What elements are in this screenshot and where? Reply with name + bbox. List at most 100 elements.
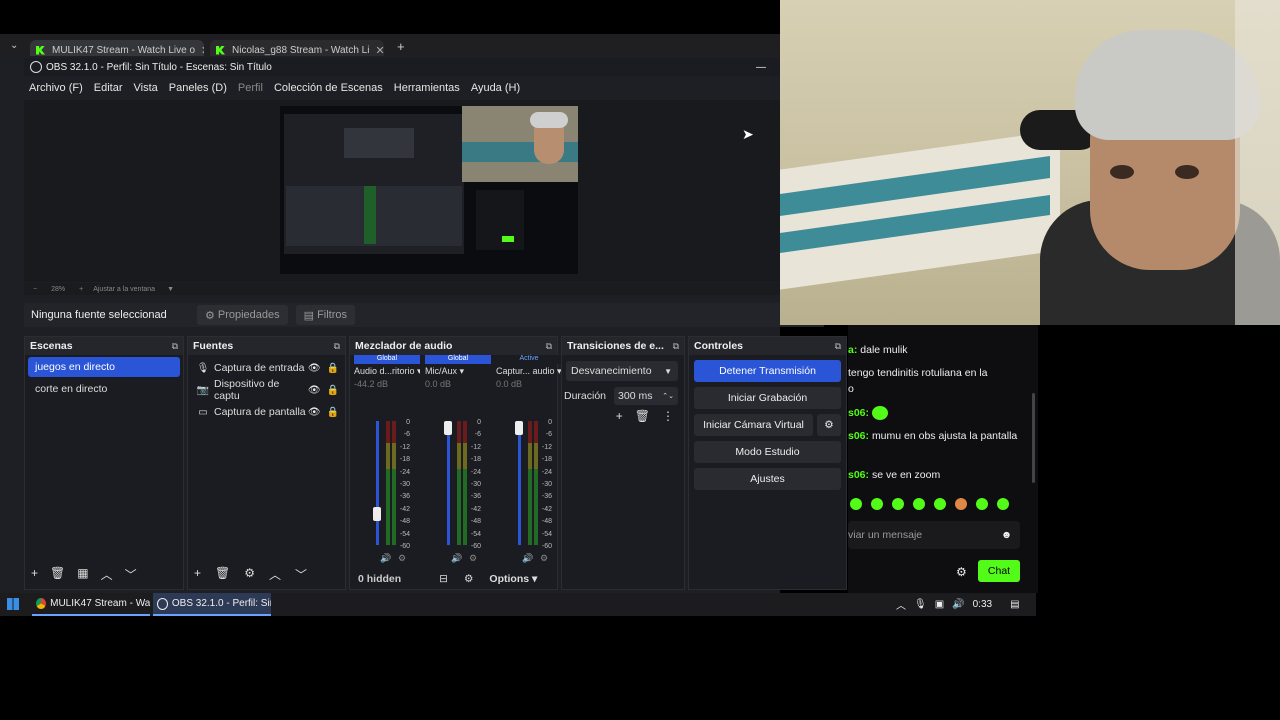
filter-icon[interactable]: ▦ [77, 566, 88, 583]
chevron-up-icon[interactable]: ︿ [896, 597, 906, 612]
trash-icon[interactable]: 🗑 [635, 409, 650, 423]
chat-send-button[interactable]: Chat [978, 560, 1020, 582]
db-scale-tick: -18 [470, 456, 481, 464]
virtual-camera-button[interactable]: Iniciar Cámara Virtual [694, 414, 813, 436]
properties-button[interactable]: ⚙ Propiedades [197, 305, 288, 325]
channel-settings-icon[interactable]: ⚙ [398, 553, 406, 564]
channel-name[interactable]: Audio d...ritorio ▾ [354, 366, 420, 377]
gear-icon[interactable]: ⚙ [956, 565, 967, 579]
menu-ayuda[interactable]: Ayuda (H) [471, 82, 520, 94]
mute-icon[interactable]: 🔊 [380, 553, 391, 564]
network-icon[interactable]: ▣ [935, 599, 944, 610]
channel-name[interactable]: Mic/Aux ▾ [425, 366, 491, 377]
emote-icon[interactable] [997, 498, 1009, 510]
emoji-icon[interactable]: ☻ [1001, 529, 1012, 541]
stream-preview[interactable] [280, 106, 578, 274]
volume-fader[interactable] [447, 421, 450, 545]
emote-icon[interactable] [892, 498, 904, 510]
eye-icon[interactable]: 👁 [308, 363, 321, 374]
studio-mode-button[interactable]: Modo Estudio [694, 441, 841, 463]
filters-button[interactable]: ▤ Filtros [295, 305, 356, 325]
menu-perfil[interactable]: Perfil [238, 82, 263, 94]
clock[interactable]: 0:33 [973, 599, 992, 610]
virtual-camera-settings-button[interactable]: ⚙ [817, 414, 841, 436]
minimize-icon[interactable]: — [756, 62, 766, 73]
zoom-in-icon[interactable]: + [79, 286, 83, 293]
source-item[interactable]: ▭ Captura de pantalla 👁 🔒 [188, 401, 345, 423]
lock-icon[interactable]: 🔒 [327, 385, 339, 396]
transition-select[interactable]: Desvanecimiento ▼ [566, 361, 678, 381]
mute-icon[interactable]: 🔊 [522, 553, 533, 564]
move-down-icon[interactable]: ﹀ [125, 566, 137, 583]
tab-list-chevron-icon[interactable]: ⌄ [10, 40, 18, 51]
start-recording-button[interactable]: Iniciar Grabación [694, 387, 841, 409]
lock-icon[interactable]: 🔒 [327, 407, 339, 418]
trash-icon[interactable]: 🗑 [215, 566, 230, 583]
emote-icon[interactable] [850, 498, 862, 510]
scene-item[interactable]: corte en directo [28, 379, 180, 399]
scene-item[interactable]: juegos en directo [28, 357, 180, 377]
chevron-down-icon[interactable]: ▼ [167, 286, 174, 293]
menu-vista[interactable]: Vista [134, 82, 158, 94]
db-scale-tick: 0 [477, 419, 481, 426]
windows-start-icon[interactable] [7, 598, 19, 610]
eye-icon[interactable]: 👁 [308, 407, 321, 418]
emote-icon[interactable] [976, 498, 988, 510]
channel-settings-icon[interactable]: ⚙ [469, 553, 477, 564]
notifications-icon[interactable]: ▤ [1010, 599, 1019, 610]
lock-icon[interactable]: 🔒 [327, 363, 339, 374]
taskbar-app-chrome[interactable]: MULIK47 Stream - Wa... [32, 593, 150, 616]
chat-scrollbar[interactable] [1032, 393, 1035, 483]
stop-stream-button[interactable]: Detener Transmisión [694, 360, 841, 382]
spin-arrows-icon[interactable]: ⌃⌄ [662, 392, 674, 400]
microphone-icon[interactable]: 🎙 [914, 599, 927, 610]
mute-icon[interactable]: 🔊 [451, 553, 462, 564]
volume-fader[interactable] [376, 421, 379, 545]
volume-fader[interactable] [518, 421, 521, 545]
more-icon[interactable]: ⋮ [662, 409, 674, 423]
emote-icon[interactable] [871, 498, 883, 510]
emote-icon[interactable] [934, 498, 946, 510]
undock-icon[interactable]: ⧉ [673, 341, 679, 352]
layout-icon[interactable]: ⊟ [439, 573, 448, 585]
add-icon[interactable]: + [194, 566, 201, 583]
eye-icon[interactable]: 👁 [308, 385, 321, 396]
close-tab-icon[interactable]: ✕ [195, 44, 204, 57]
menu-coleccion-escenas[interactable]: Colección de Escenas [274, 82, 383, 94]
add-icon[interactable]: + [31, 566, 38, 583]
add-icon[interactable]: + [616, 409, 623, 423]
options-button[interactable]: Options ▾ [489, 573, 537, 585]
undock-icon[interactable]: ⧉ [546, 341, 552, 352]
fader-handle[interactable] [373, 506, 381, 521]
undock-icon[interactable]: ⧉ [835, 341, 841, 352]
zoom-out-icon[interactable]: − [33, 286, 37, 293]
source-item[interactable]: 🎙 Captura de entrada 👁 🔒 [188, 357, 345, 379]
trash-icon[interactable]: 🗑 [50, 566, 65, 583]
close-tab-icon[interactable]: ✕ [369, 44, 384, 57]
advanced-audio-icon[interactable]: ⚙ [464, 573, 473, 585]
fader-handle[interactable] [515, 421, 523, 435]
emote-icon[interactable] [955, 498, 967, 510]
channel-name[interactable]: Captur... audio ▾ [496, 366, 562, 377]
move-up-icon[interactable]: ︿ [269, 566, 281, 583]
channel-settings-icon[interactable]: ⚙ [540, 553, 548, 564]
settings-button[interactable]: Ajustes [694, 468, 841, 490]
menu-archivo[interactable]: Archivo (F) [29, 82, 83, 94]
move-up-icon[interactable]: ︿ [101, 566, 113, 583]
chat-input[interactable]: viar un mensaje ☻ [848, 521, 1020, 549]
move-down-icon[interactable]: ﹀ [295, 566, 307, 583]
taskbar-app-obs[interactable]: OBS 32.1.0 - Perfil: Sin... [153, 593, 271, 616]
menu-editar[interactable]: Editar [94, 82, 123, 94]
gear-icon[interactable]: ⚙ [244, 566, 255, 583]
source-item[interactable]: 📷 Dispositivo de captu 👁 🔒 [188, 378, 345, 402]
undock-icon[interactable]: ⧉ [334, 341, 340, 352]
fader-handle[interactable] [444, 421, 452, 435]
menu-herramientas[interactable]: Herramientas [394, 82, 460, 94]
menu-paneles[interactable]: Paneles (D) [169, 82, 227, 94]
undock-icon[interactable]: ⧉ [172, 341, 178, 352]
duration-spinbox[interactable]: 300 ms ⌃⌄ [614, 387, 679, 405]
volume-icon[interactable]: 🔊 [952, 599, 964, 610]
new-tab-button[interactable]: + [397, 39, 405, 54]
zoom-fit-select[interactable]: Ajustar a la ventana [93, 286, 155, 293]
emote-icon[interactable] [913, 498, 925, 510]
